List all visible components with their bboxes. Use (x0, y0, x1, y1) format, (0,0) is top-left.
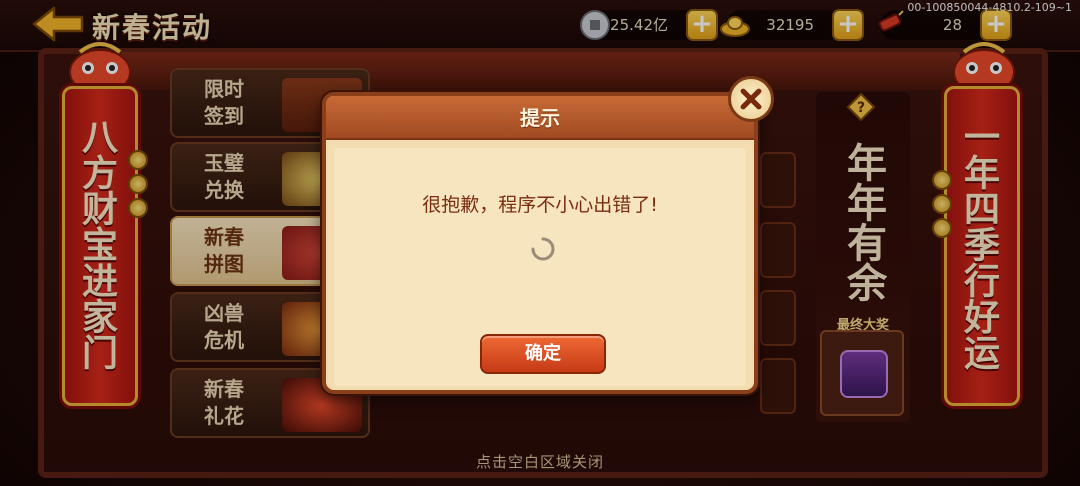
dialog-message: 很抱歉，程序不小心出错了! (422, 194, 658, 216)
dialog-title: 提示 (520, 106, 560, 130)
game-screen: 新春活动 25.42亿 + 32195 + 28 + 00-100850044-… (0, 0, 1080, 486)
loading-spinner-icon (531, 237, 555, 261)
error-dialog: 提示 很抱歉，程序不小心出错了! 确定 (322, 92, 758, 394)
confirm-button[interactable]: 确定 (480, 334, 606, 374)
close-icon[interactable] (728, 76, 774, 122)
